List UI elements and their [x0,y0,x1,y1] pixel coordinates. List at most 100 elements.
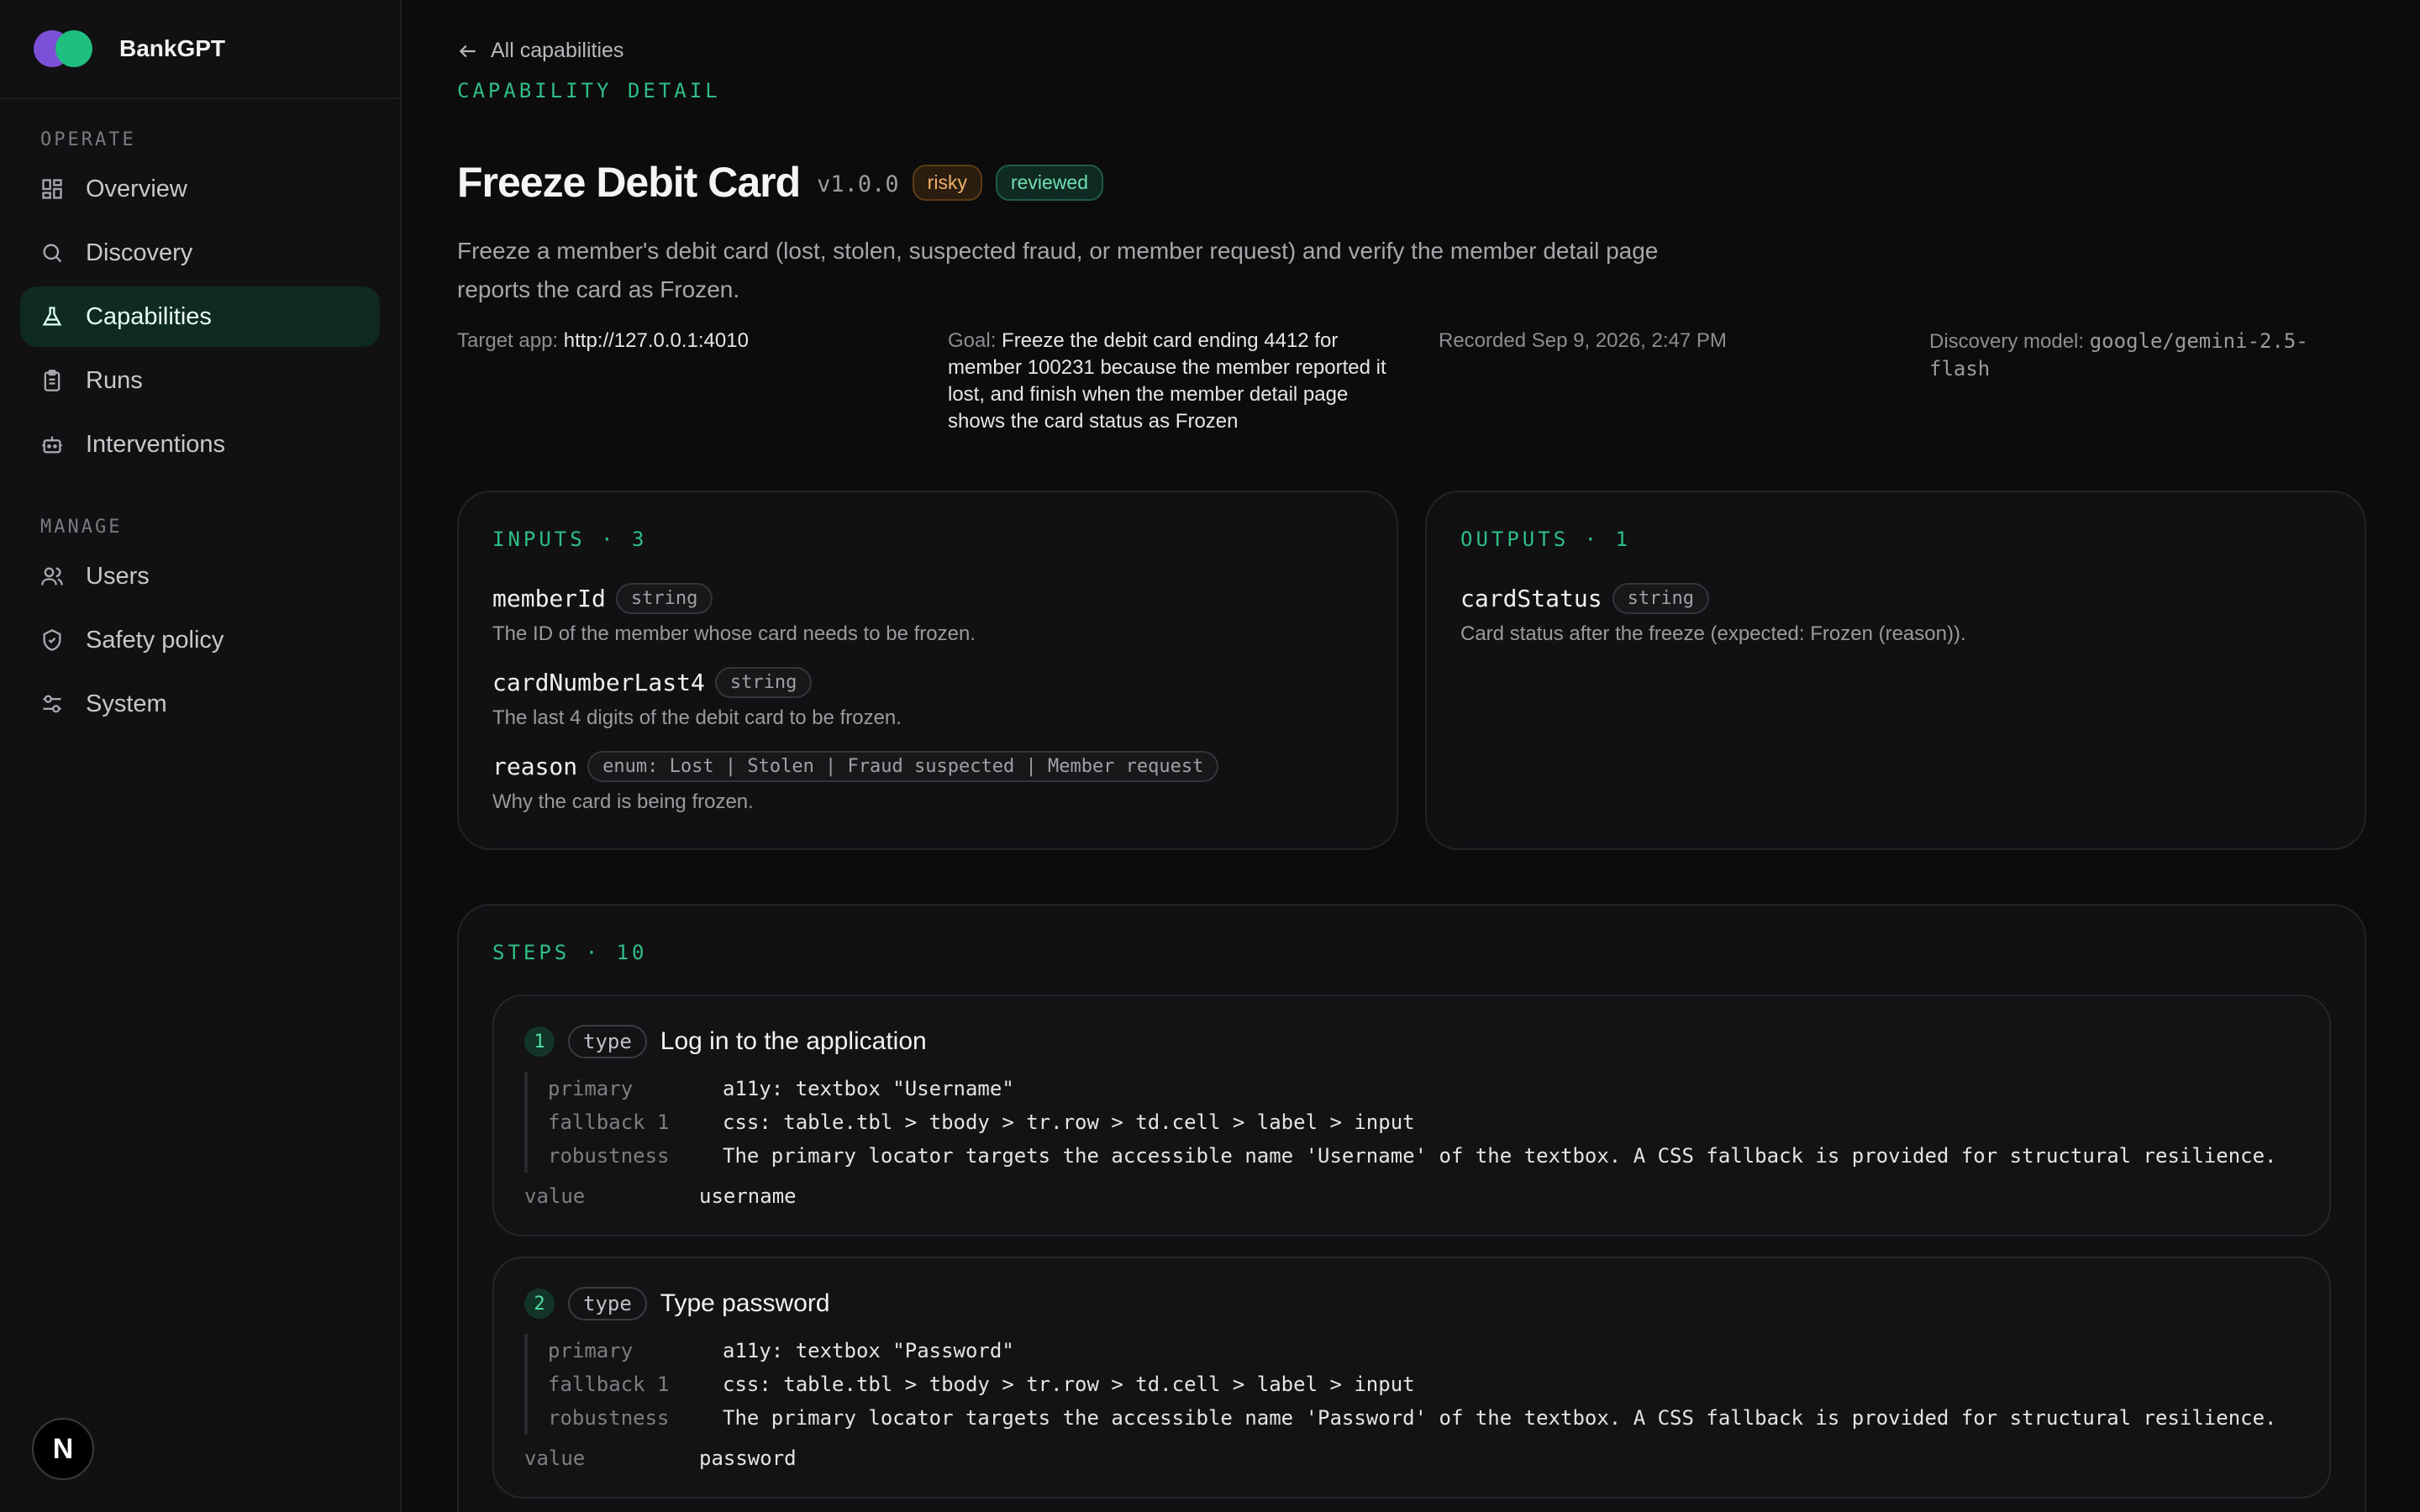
sidebar-item-safety-policy[interactable]: Safety policy [20,610,380,670]
sidebar-item-capabilities[interactable]: Capabilities [20,286,380,347]
users-icon [40,564,64,588]
locator-block: primary a11y: textbox "Username" fallback… [524,1072,2277,1173]
back-link[interactable]: All capabilities [457,39,623,63]
brand[interactable]: BankGPT [0,0,400,99]
steps-card: STEPS · 10 1 type Log in to the applicat… [457,904,2366,1512]
risky-badge: risky [912,164,982,201]
meta-goal-label: Goal: [948,329,997,352]
meta-model-label: Discovery model: [1929,330,2085,353]
meta-model: Discovery model: google/gemini-2.5-flash [1929,328,2366,383]
field-name: cardStatus [1460,585,1602,612]
sidebar-item-label: Capabilities [86,302,212,330]
meta-target-value: http://127.0.0.1:4010 [563,329,749,352]
step-title: Type password [660,1289,830,1317]
arrow-left-icon [457,40,479,62]
field-name: cardNumberLast4 [492,669,705,696]
locator-key: primary [548,1339,634,1362]
nav-manage: Users Safety policy System [0,546,400,734]
locator-key: robustness [548,1144,670,1168]
eyebrow: CAPABILITY DETAIL [457,79,721,102]
title-row: Freeze Debit Card v1.0.0 risky reviewed [457,158,1103,207]
locator-value: a11y: textbox "Username" [723,1077,1014,1100]
shield-icon [40,628,64,652]
field-desc: The ID of the member whose card needs to… [492,622,976,645]
type-chip: string [1612,583,1710,614]
sidebar-item-label: Runs [86,366,143,394]
nav-operate: Overview Discovery Capabilities Runs Int… [0,159,400,475]
step-type-chip: type [568,1287,647,1320]
step-item[interactable]: 2 type Type password primary a11y: textbo… [492,1257,2331,1499]
meta-goal: Goal: Freeze the debit card ending 4412 … [948,328,1402,435]
sidebar-item-overview[interactable]: Overview [20,159,380,219]
type-chip: string [714,667,813,698]
sidebar-item-users[interactable]: Users [20,546,380,606]
section-label-manage: MANAGE [40,517,123,538]
type-chip: string [615,583,713,614]
step-number: 2 [524,1289,555,1319]
clipboard-icon [40,369,64,392]
value-value: password [699,1446,797,1470]
locator-value: css: table.tbl > tbody > tr.row > td.cel… [723,1110,1415,1134]
meta-goal-value: Freeze the debit card ending 4412 for me… [948,329,1386,433]
inputs-card: INPUTS · 3 memberId string The ID of the… [457,491,1398,850]
outputs-card: OUTPUTS · 1 cardStatus string Card statu… [1425,491,2366,850]
sidebar-item-label: Overview [86,175,187,202]
version-label: v1.0.0 [817,171,899,197]
field-desc: The last 4 digits of the debit card to b… [492,706,902,729]
output-field-cardstatus: cardStatus string Card status after the … [1460,583,1966,646]
value-value: username [699,1184,797,1208]
input-field-reason: reason enum: Lost | Stolen | Fraud suspe… [492,751,1219,814]
flask-icon [40,305,64,328]
sidebar-item-runs[interactable]: Runs [20,350,380,411]
field-desc: Why the card is being frozen. [492,790,754,813]
field-name: reason [492,753,578,780]
step-item[interactable]: 1 type Log in to the application primary… [492,995,2331,1236]
outputs-label: OUTPUTS · 1 [1460,528,1631,551]
page-title: Freeze Debit Card [457,159,801,206]
reviewed-badge: reviewed [995,164,1103,201]
sidebar: BankGPT OPERATE Overview Discovery Capab… [0,0,402,1512]
sidebar-item-label: System [86,690,167,717]
inputs-label: INPUTS · 3 [492,528,648,551]
field-name: memberId [492,585,606,612]
grid-icon [40,177,64,201]
sidebar-item-label: Users [86,562,150,590]
locator-key: robustness [548,1406,670,1430]
brand-logo [34,30,92,67]
sidebar-item-label: Discovery [86,239,193,266]
step-value: value password [524,1446,797,1470]
brand-name: BankGPT [119,35,226,61]
back-link-label: All capabilities [491,39,624,62]
meta-recorded: Recorded Sep 9, 2026, 2:47 PM [1439,329,1727,352]
sidebar-item-label: Safety policy [86,626,224,654]
field-desc: Card status after the freeze (expected: … [1460,622,1966,645]
locator-key: fallback 1 [548,1110,670,1134]
locator-key: fallback 1 [548,1373,670,1396]
capability-description: Freeze a member's debit card (lost, stol… [457,238,1659,302]
step-value: value username [524,1184,797,1208]
locator-block: primary a11y: textbox "Password" fallback… [524,1334,2277,1435]
locator-value: a11y: textbox "Password" [723,1339,1014,1362]
meta-target-label: Target app: [457,329,559,352]
locator-key: primary [548,1077,634,1100]
meta-target: Target app: http://127.0.0.1:4010 [457,328,928,354]
sidebar-item-interventions[interactable]: Interventions [20,414,380,475]
sidebar-item-label: Interventions [86,430,226,458]
sidebar-item-discovery[interactable]: Discovery [20,223,380,283]
input-field-cardnumberlast4: cardNumberLast4 string The last 4 digits… [492,667,902,730]
search-icon [40,241,64,265]
robot-icon [40,433,64,456]
type-chip: enum: Lost | Stolen | Fraud suspected | … [587,751,1219,782]
avatar[interactable]: N [32,1418,94,1480]
step-number: 1 [524,1026,555,1057]
step-title: Log in to the application [660,1027,927,1055]
value-key: value [524,1184,586,1208]
section-label-operate: OPERATE [40,129,136,150]
locator-value: css: table.tbl > tbody > tr.row > td.cel… [723,1373,1415,1396]
locator-value: The primary locator targets the accessib… [723,1406,2277,1430]
input-field-memberid: memberId string The ID of the member who… [492,583,976,646]
locator-value: The primary locator targets the accessib… [723,1144,2277,1168]
step-type-chip: type [568,1025,647,1058]
steps-label: STEPS · 10 [492,941,648,964]
sidebar-item-system[interactable]: System [20,674,380,734]
